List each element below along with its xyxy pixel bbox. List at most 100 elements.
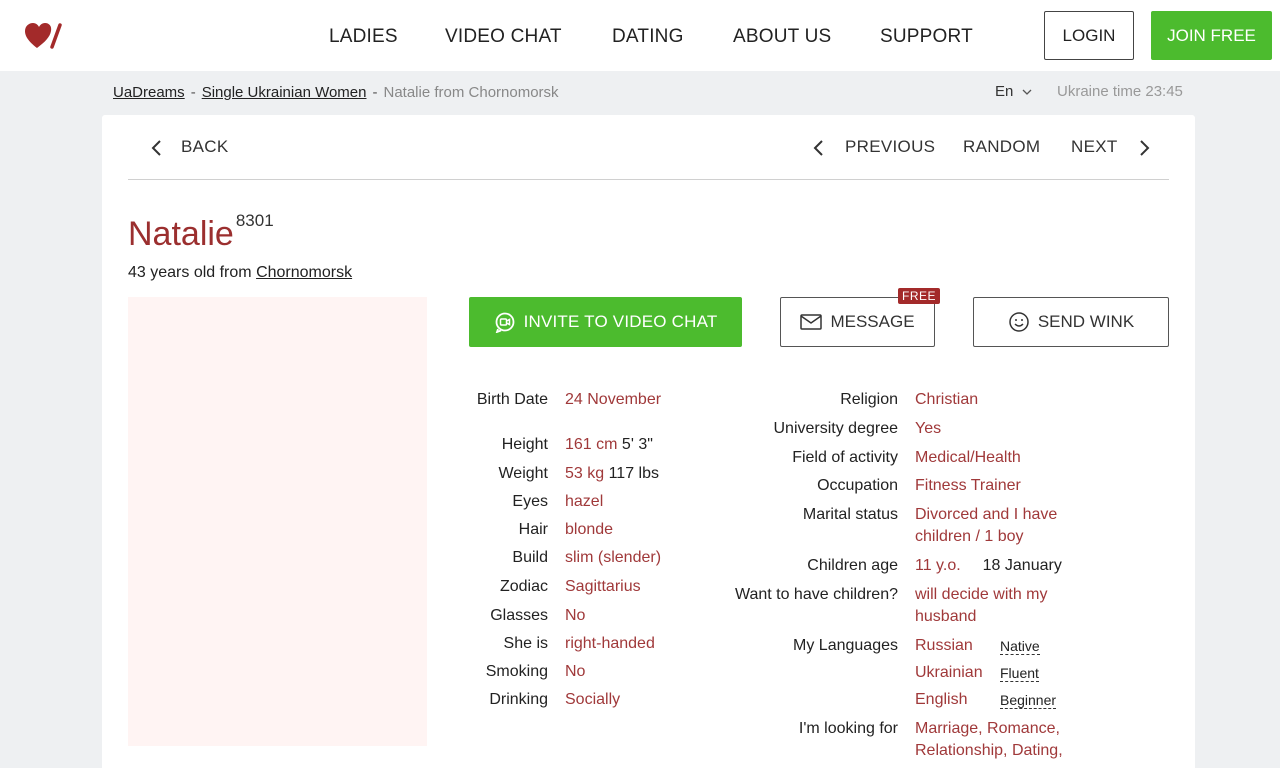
nav-ladies[interactable]: LADIES [329, 26, 398, 48]
city-link[interactable]: Chornomorsk [256, 264, 352, 281]
breadcrumb-category-link[interactable]: Single Ukrainian Women [202, 84, 367, 101]
chevron-left-icon [151, 139, 161, 156]
religion-value: Christian [915, 391, 979, 408]
zodiac-label: Zodiac [499, 578, 548, 595]
build-value: slim (slender) [565, 549, 662, 566]
free-badge: FREE [898, 288, 941, 304]
height-label: Height [501, 436, 548, 453]
nav-about-us[interactable]: ABOUT US [733, 26, 831, 48]
birth-date-value: 24 November [565, 391, 662, 408]
video-chat-icon [495, 312, 514, 333]
looking-for-label: I'm looking for [798, 720, 898, 737]
breadcrumb-separator: - [190, 84, 196, 101]
language-selector[interactable]: En [995, 83, 1032, 100]
profile-navigation: BACK PREVIOUS RANDOM NEXT [128, 115, 1169, 180]
message-button[interactable]: MESSAGE [780, 297, 935, 347]
language-level-beginner[interactable]: Beginner [1000, 692, 1057, 709]
field-value: Medical/Health [915, 449, 1021, 466]
next-link[interactable]: NEXT [1071, 137, 1151, 158]
previous-link[interactable]: PREVIOUS [812, 137, 935, 158]
want-children-value-line2: husband [915, 608, 977, 625]
language-ukrainian: Ukrainian [915, 664, 983, 681]
religion-label: Religion [840, 391, 898, 408]
language-russian: Russian [915, 637, 973, 654]
handedness-label: She is [503, 635, 548, 652]
smiley-icon [1009, 312, 1029, 332]
glasses-label: Glasses [490, 607, 548, 624]
next-label: NEXT [1071, 137, 1118, 156]
eyes-value: hazel [565, 493, 604, 510]
marital-value-line2: children / 1 boy [915, 528, 1024, 545]
build-label: Build [512, 549, 548, 566]
previous-label: PREVIOUS [845, 137, 936, 156]
invite-video-chat-label: INVITE TO VIDEO CHAT [523, 312, 718, 331]
nav-support[interactable]: SUPPORT [880, 26, 973, 48]
marital-label: Marital status [802, 506, 898, 523]
languages-label: My Languages [793, 637, 898, 654]
send-wink-label: SEND WINK [1037, 312, 1135, 331]
marital-value-line1: Divorced and I have [915, 506, 1058, 523]
occupation-value: Fitness Trainer [915, 477, 1021, 494]
ukraine-time: Ukraine time 23:45 [1057, 83, 1183, 100]
profile-subline: 43 years old from Chornomorsk [128, 264, 352, 282]
height-value: 161 cm 5' 3" [565, 434, 653, 456]
profile-id: 8301 [235, 211, 274, 230]
smoking-label: Smoking [485, 663, 548, 680]
random-link[interactable]: RANDOM [963, 137, 1040, 157]
occupation-label: Occupation [817, 477, 898, 494]
profile-name: Natalie 8301 [128, 211, 274, 254]
glasses-value: No [565, 607, 586, 624]
site-header: LADIES VIDEO CHAT DATING ABOUT US SUPPOR… [0, 0, 1280, 71]
weight-value: 53 kg 117 lbs [565, 463, 659, 485]
weight-label: Weight [498, 465, 548, 482]
language-label: En [995, 83, 1014, 100]
height-ft: 5' 3" [621, 436, 653, 453]
nav-dating[interactable]: DATING [612, 26, 684, 48]
heart-logo-icon[interactable] [24, 20, 64, 52]
university-label: University degree [773, 420, 899, 437]
back-link[interactable]: BACK [150, 137, 229, 158]
back-label: BACK [181, 137, 229, 156]
hair-value: blonde [565, 521, 614, 538]
drinking-value: Socially [565, 691, 621, 708]
birth-date-label: Birth Date [476, 391, 548, 408]
child-birthday: 18 January [982, 557, 1062, 574]
language-level-fluent[interactable]: Fluent [1000, 665, 1039, 682]
chevron-down-icon [1022, 89, 1031, 95]
breadcrumb-current: Natalie from Chornomorsk [383, 84, 559, 101]
invite-video-chat-button[interactable]: INVITE TO VIDEO CHAT [469, 297, 742, 347]
eyes-label: Eyes [512, 493, 548, 510]
chevron-left-icon [813, 139, 823, 156]
send-wink-button[interactable]: SEND WINK [973, 297, 1169, 347]
looking-for-value-line2: Relationship, Dating, [915, 742, 1063, 759]
handedness-value: right-handed [565, 635, 655, 652]
breadcrumb-home-link[interactable]: UaDreams [113, 84, 185, 101]
language-level-native[interactable]: Native [1000, 638, 1040, 655]
breadcrumb-separator: - [372, 84, 378, 101]
children-age-label: Children age [807, 557, 898, 574]
login-button[interactable]: LOGIN [1044, 11, 1134, 60]
chevron-right-icon [1139, 139, 1149, 156]
profile-name-text: Natalie [128, 215, 234, 253]
hair-label: Hair [518, 521, 548, 538]
breadcrumb: UaDreams - Single Ukrainian Women - Natalie … [113, 84, 559, 101]
weight-lbs: 117 lbs [608, 465, 659, 482]
zodiac-value: Sagittarius [565, 578, 641, 595]
child-age: 11 y.o. [915, 557, 961, 574]
envelope-icon [800, 314, 823, 330]
weight-kg: 53 kg [565, 465, 605, 482]
children-age-value: 11 y.o. 18 January [915, 555, 1062, 577]
age-text: 43 years old from [128, 264, 252, 281]
want-children-value-line1: will decide with my [915, 586, 1048, 603]
nav-video-chat[interactable]: VIDEO CHAT [445, 26, 562, 48]
want-children-label: Want to have children? [734, 586, 898, 603]
field-label: Field of activity [792, 449, 898, 466]
language-english: English [915, 691, 968, 708]
message-label: MESSAGE [830, 312, 915, 331]
profile-photo[interactable] [128, 297, 427, 746]
join-free-button[interactable]: JOIN FREE [1151, 11, 1272, 60]
height-cm: 161 cm [565, 436, 618, 453]
drinking-label: Drinking [489, 691, 548, 708]
university-value: Yes [915, 420, 942, 437]
looking-for-value-line1: Marriage, Romance, [915, 720, 1060, 737]
